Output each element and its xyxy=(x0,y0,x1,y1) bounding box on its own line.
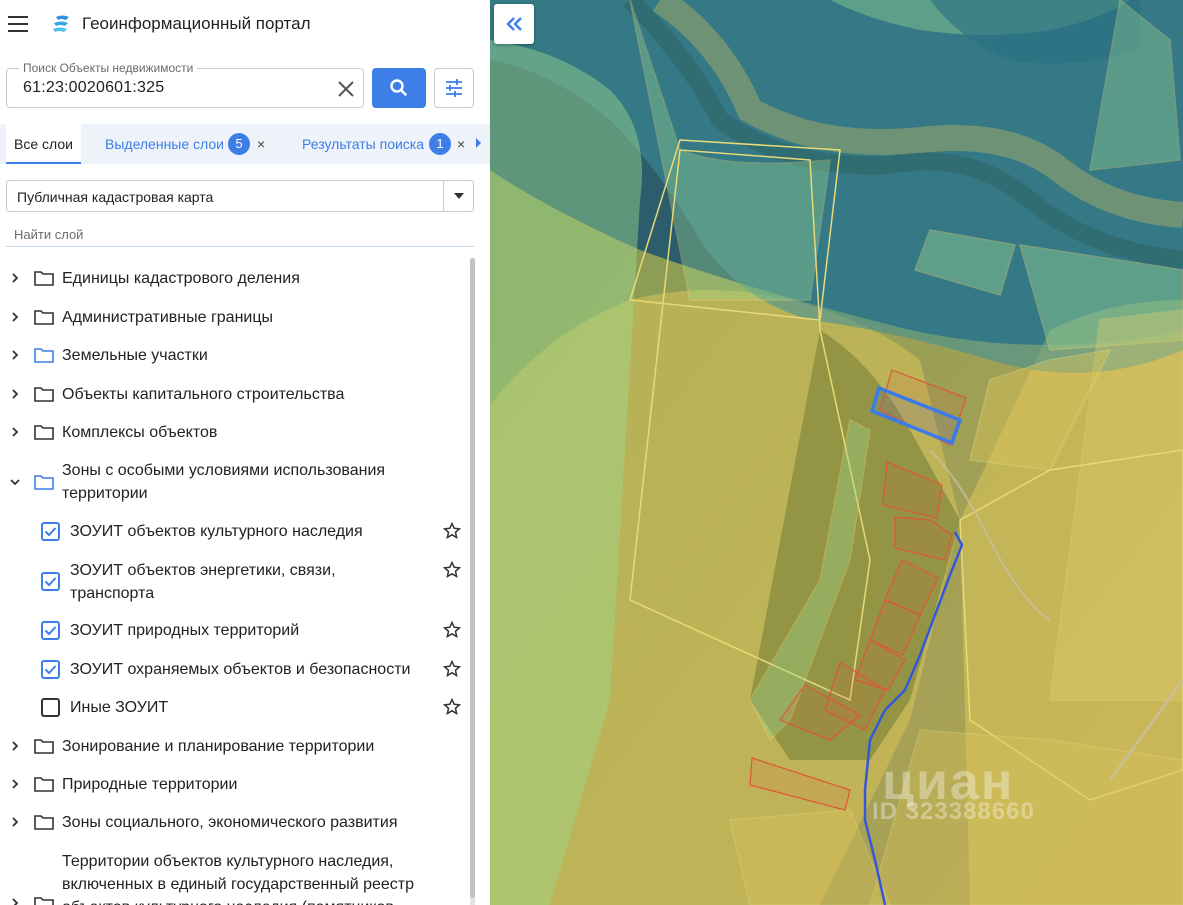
chevron-down-icon[interactable] xyxy=(10,477,20,487)
sublayer-label: ЗОУИТ объектов культурного наследия xyxy=(70,523,363,540)
sublayer-row[interactable]: Иные ЗОУИТ xyxy=(0,696,470,720)
folder-icon xyxy=(34,310,54,325)
tree-node-cultural-heritage[interactable]: Территории объектов культурного наследия… xyxy=(0,850,470,905)
tree-node-label: Зонирование и планирование территории xyxy=(62,738,375,755)
tree-node-object-complexes[interactable]: Комплексы объектов xyxy=(0,421,470,445)
tree-node-zouit[interactable]: Зоны с особыми условиями использования т… xyxy=(0,459,470,507)
sublayer-label: ЗОУИТ природных территорий xyxy=(70,622,300,639)
folder-icon xyxy=(34,387,54,402)
star-outline-icon[interactable] xyxy=(443,561,461,579)
tree-node-label: Зоны социального, экономического развити… xyxy=(62,814,398,831)
tree-node-label: Единицы кадастрового деления xyxy=(62,270,300,287)
sublayer-label: ЗОУИТ охраняемых объектов и безопасности xyxy=(70,661,411,678)
folder-icon xyxy=(34,271,54,286)
star-outline-icon[interactable] xyxy=(443,522,461,540)
menu-icon[interactable] xyxy=(8,16,28,32)
folder-icon xyxy=(34,815,54,830)
search-legend: Поиск Объекты недвижимости xyxy=(19,61,198,75)
tabs-scroll-right-icon[interactable] xyxy=(476,138,481,148)
folder-icon xyxy=(34,425,54,440)
layer-tabs: Все слои Выделенные слои 5 × Результаты … xyxy=(0,124,490,164)
results-count-badge: 1 xyxy=(429,133,451,155)
basemap-select-value: Публичная кадастровая карта xyxy=(17,189,214,205)
basemap-select[interactable]: Публичная кадастровая карта xyxy=(6,180,474,212)
tree-node-label: Земельные участки xyxy=(62,347,208,364)
search-input[interactable]: 61:23:0020601:325 xyxy=(23,79,164,97)
folder-icon xyxy=(34,348,54,363)
map-view[interactable]: циан ID 323388660 xyxy=(490,0,1183,905)
tree-node-zoning[interactable]: Зонирование и планирование территории xyxy=(0,735,470,759)
filter-button[interactable] xyxy=(434,68,474,108)
selected-count-badge: 5 xyxy=(228,133,250,155)
sublayer-row[interactable]: ЗОУИТ природных территорий xyxy=(0,619,470,643)
double-chevron-left-icon xyxy=(506,17,522,31)
tab-selected-close-button[interactable]: × xyxy=(257,124,265,164)
map-layers[interactable] xyxy=(490,0,1183,905)
checkbox-checked[interactable] xyxy=(41,572,60,591)
chevron-right-icon[interactable] xyxy=(10,389,20,399)
chevron-right-icon[interactable] xyxy=(10,817,20,827)
chevron-down-icon[interactable] xyxy=(443,181,473,211)
collapse-panel-button[interactable] xyxy=(494,4,534,44)
chevron-right-icon[interactable] xyxy=(10,779,20,789)
layer-tree-scrollbar[interactable] xyxy=(470,258,475,905)
sublayer-label: Иные ЗОУИТ xyxy=(70,699,169,716)
chevron-right-icon[interactable] xyxy=(10,273,20,283)
tree-node-label: Зоны с особыми условиями использования т… xyxy=(62,462,386,502)
tree-node-cadastral-units[interactable]: Единицы кадастрового деления xyxy=(0,267,470,291)
checkbox-unchecked[interactable] xyxy=(41,698,60,717)
folder-icon xyxy=(34,897,54,905)
tree-node-label: Комплексы объектов xyxy=(62,424,218,441)
find-layer-input[interactable]: Найти слой xyxy=(6,222,474,247)
app-header: Геоинформационный портал xyxy=(0,0,490,50)
checkbox-checked[interactable] xyxy=(41,660,60,679)
watermark-id: ID 323388660 xyxy=(872,798,1035,825)
chevron-right-icon[interactable] xyxy=(10,427,20,437)
portal-logo-icon xyxy=(53,15,69,32)
tab-search-results[interactable]: Результаты поиска xyxy=(302,124,424,164)
tree-node-capital-objects[interactable]: Объекты капитального строительства xyxy=(0,383,470,407)
chevron-right-icon[interactable] xyxy=(10,312,20,322)
tree-node-label: Природные территории xyxy=(62,776,238,793)
tree-node-label: Территории объектов культурного наследия… xyxy=(62,853,415,905)
tree-node-admin-boundaries[interactable]: Административные границы xyxy=(0,306,470,330)
checkbox-checked[interactable] xyxy=(41,522,60,541)
tab-results-close-button[interactable]: × xyxy=(457,124,465,164)
tree-node-natural-territories[interactable]: Природные территории xyxy=(0,773,470,797)
sliders-icon xyxy=(446,79,462,97)
tab-selected-layers[interactable]: Выделенные слои xyxy=(105,124,224,164)
sublayer-label: ЗОУИТ объектов энергетики, связи, трансп… xyxy=(70,562,336,602)
search-button[interactable] xyxy=(372,68,426,108)
sublayer-row[interactable]: ЗОУИТ объектов энергетики, связи, трансп… xyxy=(0,559,470,607)
star-outline-icon[interactable] xyxy=(443,621,461,639)
search-icon xyxy=(390,79,407,96)
sublayer-row[interactable]: ЗОУИТ охраняемых объектов и безопасности xyxy=(0,658,470,682)
star-outline-icon[interactable] xyxy=(443,698,461,716)
tree-node-label: Административные границы xyxy=(62,309,274,326)
checkbox-checked[interactable] xyxy=(41,621,60,640)
folder-icon xyxy=(34,777,54,792)
layers-panel: Геоинформационный портал Поиск Объекты н… xyxy=(0,0,490,905)
chevron-right-icon[interactable] xyxy=(10,741,20,751)
folder-icon xyxy=(34,475,54,490)
sublayer-row[interactable]: ЗОУИТ объектов культурного наследия xyxy=(0,520,470,544)
chevron-right-icon[interactable] xyxy=(10,350,20,360)
tree-node-social-economic-zones[interactable]: Зоны социального, экономического развити… xyxy=(0,811,470,835)
tree-node-label: Объекты капитального строительства xyxy=(62,386,345,403)
find-layer-placeholder: Найти слой xyxy=(14,227,84,242)
close-icon[interactable] xyxy=(335,78,357,100)
folder-icon xyxy=(34,739,54,754)
search-field[interactable]: Поиск Объекты недвижимости 61:23:0020601… xyxy=(6,61,364,108)
portal-title: Геоинформационный портал xyxy=(82,14,311,33)
chevron-right-icon[interactable] xyxy=(10,898,20,905)
tab-all-layers[interactable]: Все слои xyxy=(6,124,81,164)
star-outline-icon[interactable] xyxy=(443,660,461,678)
tree-node-land-plots[interactable]: Земельные участки xyxy=(0,344,470,368)
